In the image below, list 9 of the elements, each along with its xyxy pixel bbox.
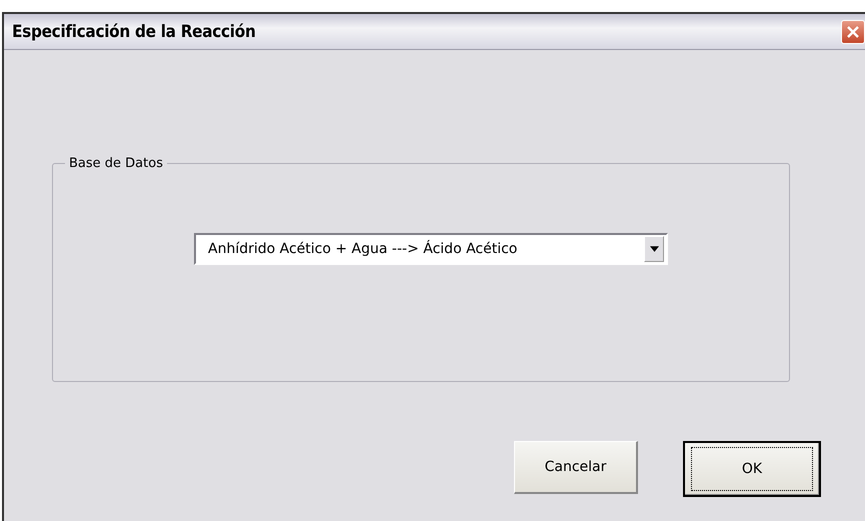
close-button[interactable] (841, 20, 865, 44)
close-icon (846, 24, 860, 38)
group-label: Base de Datos (68, 156, 164, 171)
window-title: Especificación de la Reacción (11, 22, 256, 42)
dropdown[interactable]: Anhídrido Acético + Agua ---> Ácido Acético (194, 233, 668, 265)
caret-icon (650, 246, 658, 252)
ok-button[interactable]: OK (683, 441, 821, 497)
dropdown-button[interactable] (644, 236, 664, 262)
cancel-button[interactable]: Cancelar (514, 441, 638, 494)
